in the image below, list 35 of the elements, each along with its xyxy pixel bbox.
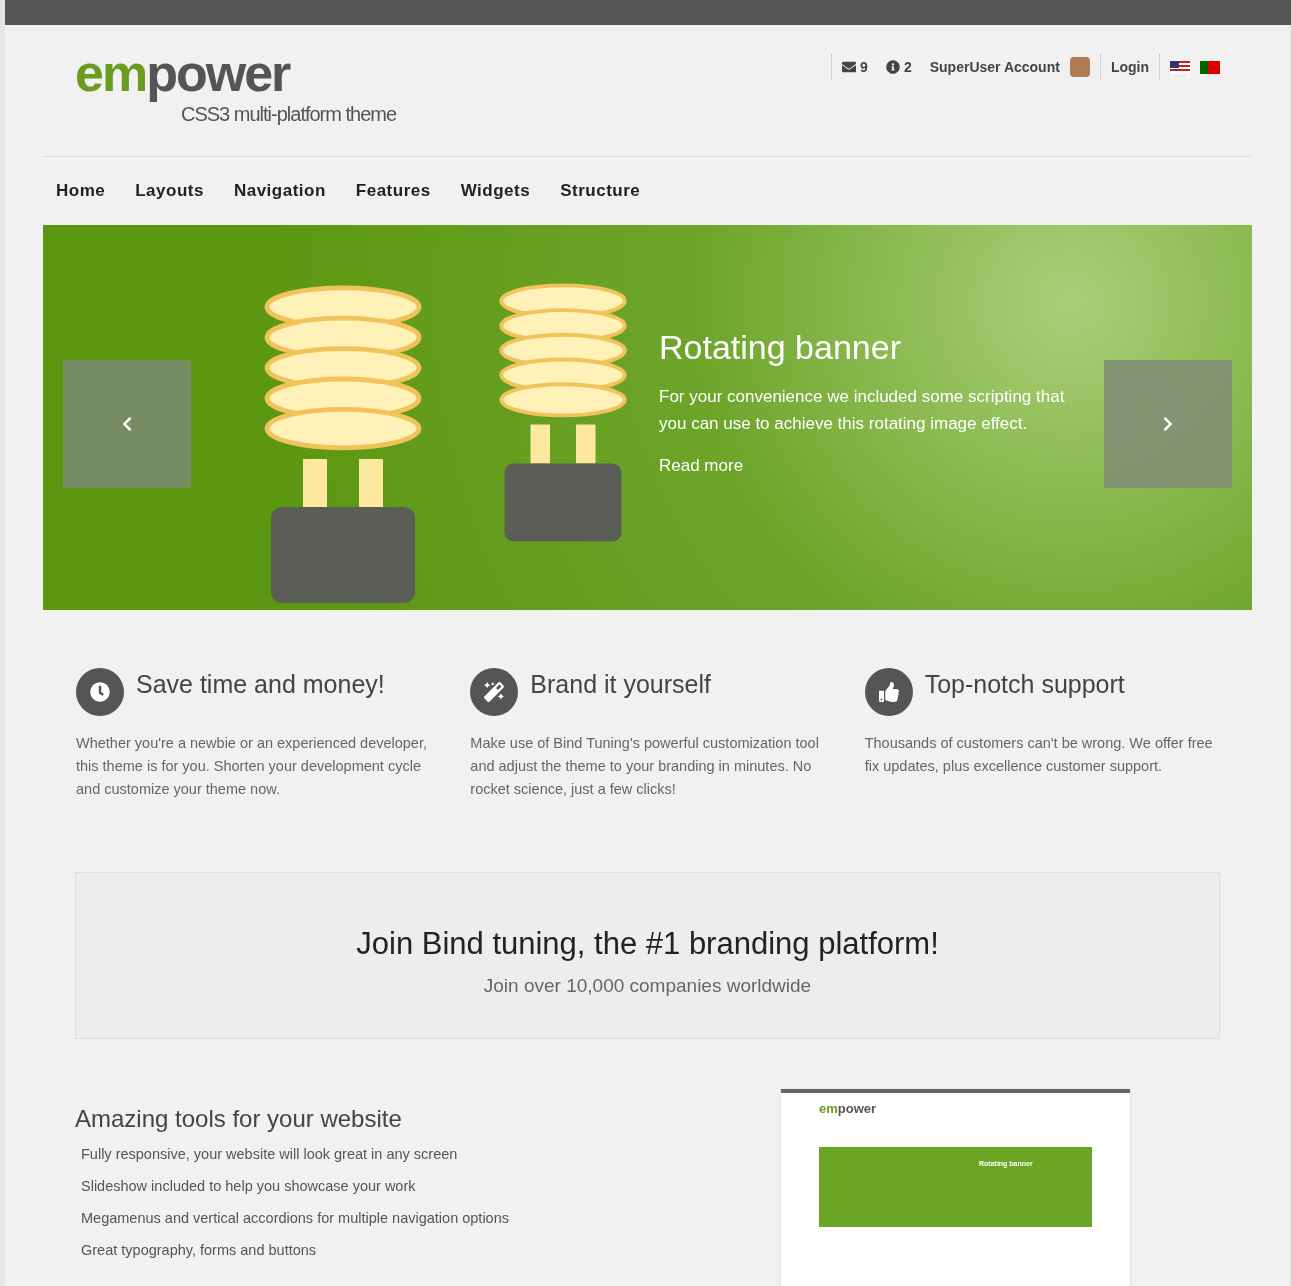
feature-icon [864,668,913,716]
feature-text: Whether you're a newbie or an experienced developer, this theme is for you. Shorten your development cycle and customize your theme now. [76,734,428,799]
banner-title: Rotating banner [659,327,901,368]
account-link[interactable]: SuperUser Account [929,56,1060,78]
feature-title: Save time and money! [136,669,385,701]
callout-title: Join Bind tuning, the #1 branding platform! [356,925,939,963]
logo[interactable]: empower CSS3 multi-platform theme [75,47,397,156]
nav-link[interactable]: Features [355,178,431,204]
preview-logo: empower [819,1100,878,1118]
feature-text: Make use of Bind Tuning's powerful customization tool and adjust the theme to your branding in minutes. No rocket science, just a few clicks! [470,734,820,799]
feature-text: Thousands of customers can't be wrong. We offer free fix updates, plus excellence customer support. [864,734,1214,776]
tools-item: Great typography, forms and buttons [81,1241,318,1260]
banner-text: For your convenience we included some scripting that you can use to achieve this rotating image effect. [659,386,1066,435]
notifications-count[interactable]: 2 [885,56,912,78]
flag-icon[interactable] [1170,60,1190,74]
avatar [1069,57,1090,77]
login-link[interactable]: Login [1110,56,1149,78]
nav-link[interactable]: Layouts [135,178,204,204]
callout-subtitle: Join over 10,000 companies worldwide [483,973,812,998]
envelope-icon [842,60,857,74]
tools-item: Megamenus and vertical accordions for multiple navigation options [81,1209,509,1228]
tools-item: Slideshow included to help you showcase your work [81,1177,417,1196]
tools-title: Amazing tools for your website [75,1104,403,1134]
feature-title: Top-notch support [924,669,1125,701]
tools-item: Fully responsive, your website will look great in any screen [81,1145,459,1164]
nav-link[interactable]: Navigation [233,178,326,204]
nav-link[interactable]: Structure [560,178,641,204]
feature-icon [470,668,519,716]
info-icon [885,60,900,74]
feature-icon [76,668,124,716]
feature-title: Brand it yourself [530,669,711,701]
nav-link[interactable]: Widgets [460,178,531,204]
messages-count[interactable]: 9 [842,56,868,78]
nav-link[interactable]: Home [56,178,106,204]
flag-icon[interactable] [1200,60,1220,74]
